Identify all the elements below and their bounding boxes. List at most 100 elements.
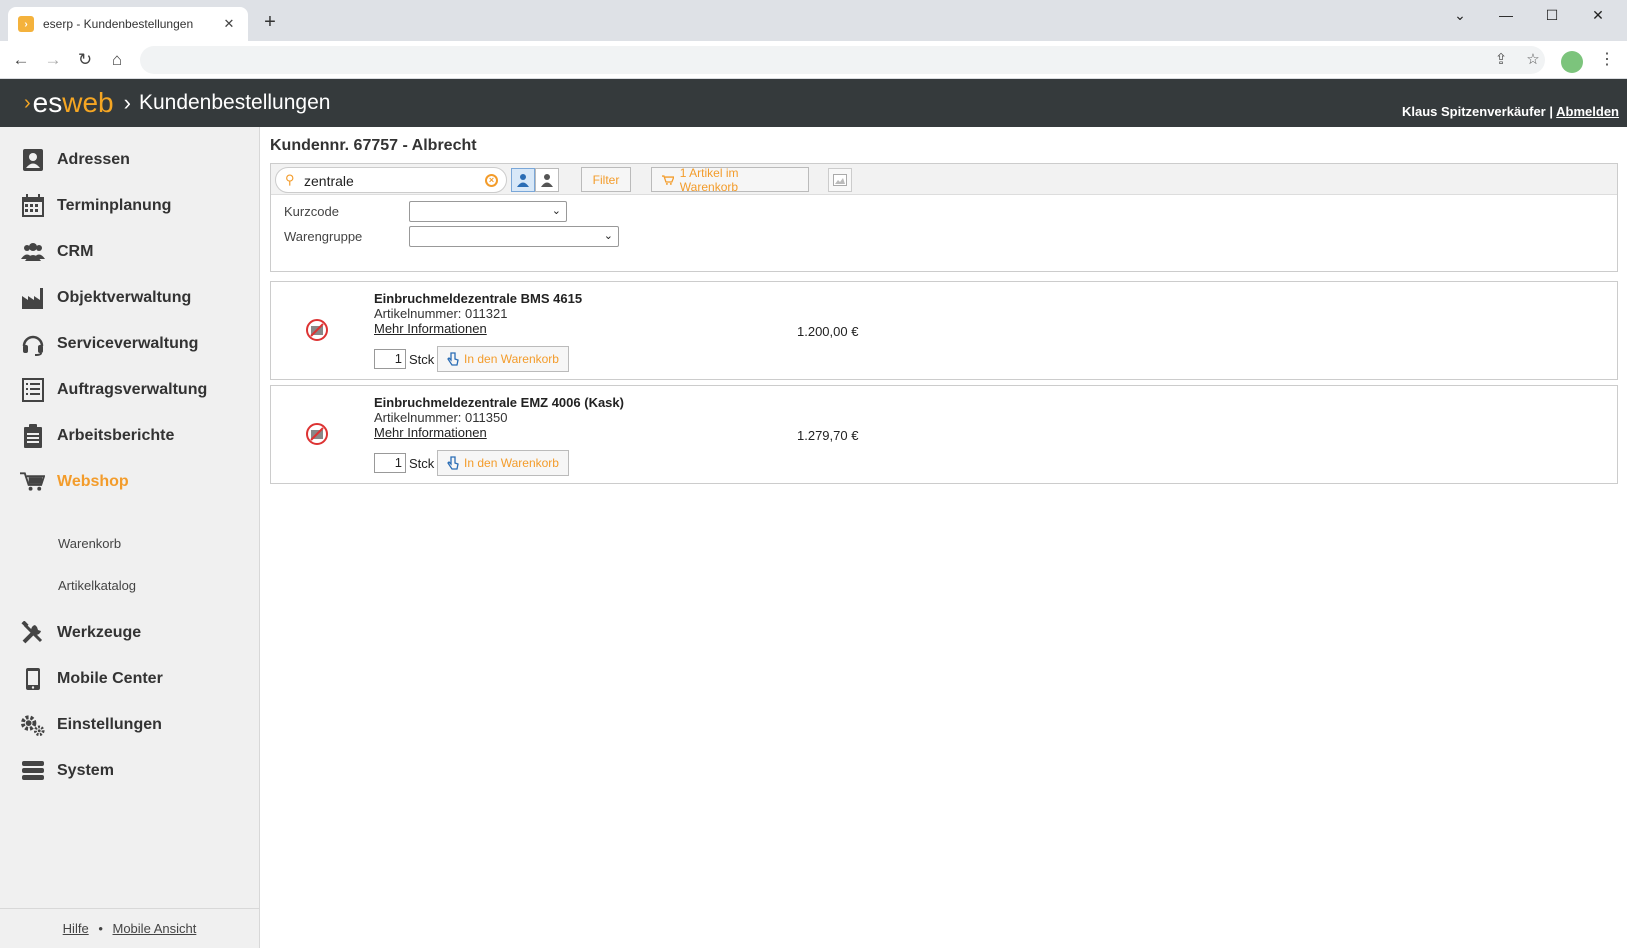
close-window-icon[interactable]: ✕	[1575, 0, 1621, 30]
filter-label-kurzcode: Kurzcode	[284, 204, 339, 219]
person-blue-icon	[517, 174, 529, 187]
sidebar-footer: Hilfe • Mobile Ansicht	[0, 908, 259, 948]
main-content: Kundennr. 67757 - Albrecht ⚲ zentrale × …	[260, 127, 1627, 948]
share-icon[interactable]: ⇪	[1489, 47, 1513, 73]
profile-avatar[interactable]	[1561, 51, 1583, 73]
cart-icon	[662, 174, 674, 185]
sidebar-subitem-warenkorb[interactable]: Warenkorb	[58, 536, 121, 551]
menu-kebab-icon[interactable]: ⋮	[1597, 47, 1617, 73]
sidebar-subitem-artikelkatalog[interactable]: Artikelkatalog	[58, 578, 136, 593]
filter-label-warengruppe: Warengruppe	[284, 229, 363, 244]
back-icon[interactable]: ←	[8, 47, 34, 73]
list-view-toggle[interactable]	[511, 168, 535, 192]
sidebar-item-serviceverwaltung[interactable]: Serviceverwaltung	[0, 324, 259, 364]
sidebar-item-terminplanung[interactable]: Terminplanung	[0, 186, 259, 226]
sidebar-item-label: Auftragsverwaltung	[57, 381, 208, 398]
warengruppe-select[interactable]: ⌄	[409, 226, 619, 247]
mobile-view-link[interactable]: Mobile Ansicht	[113, 921, 197, 936]
tab-title: eserp - Kundenbestellungen	[43, 17, 194, 31]
sidebar-item-webshop[interactable]: Webshop	[0, 462, 259, 502]
more-info-link[interactable]: Mehr Informationen	[374, 321, 487, 336]
esweb-logo[interactable]: › es web › Kundenbestellungen	[24, 87, 330, 119]
product-price: 1.200,00 €	[797, 324, 859, 339]
add-to-cart-button[interactable]: In den Warenkorb	[437, 346, 569, 372]
quantity-unit: Stck	[409, 456, 435, 471]
add-to-cart-button[interactable]: In den Warenkorb	[437, 450, 569, 476]
sidebar-item-label: Terminplanung	[57, 197, 172, 214]
minimize-icon[interactable]: —	[1483, 0, 1529, 30]
logout-link[interactable]: Abmelden	[1556, 104, 1619, 119]
sidebar-item-label: Werkzeuge	[57, 624, 142, 641]
page-heading: Kundenbestellungen	[138, 91, 331, 114]
app-header: › es web › Kundenbestellungen Klaus Spitz…	[0, 79, 1627, 127]
page-title: Kundennr. 67757 - Albrecht	[270, 137, 477, 154]
chevron-down-icon: ⌄	[603, 230, 613, 242]
sidebar-item-arbeitsberichte[interactable]: Arbeitsberichte	[0, 416, 259, 456]
person-gray-icon	[541, 174, 553, 187]
new-tab-button[interactable]: +	[258, 10, 282, 34]
close-icon[interactable]: ✕	[220, 16, 238, 32]
product-card: Einbruchmeldezentrale BMS 4615 Artikelnu…	[270, 281, 1618, 380]
more-info-link[interactable]: Mehr Informationen	[374, 425, 487, 440]
browser-tabbar: › eserp - Kundenbestellungen ✕ + ⌄ — ☐ ✕	[0, 0, 1627, 41]
footer-dot: •	[98, 921, 103, 936]
cart-summary-button[interactable]: 1 Artikel im Warenkorb	[651, 166, 809, 194]
user-name: Klaus Spitzenverkäufer	[1401, 104, 1546, 119]
home-icon[interactable]: ⌂	[104, 47, 130, 73]
hand-pointer-icon	[447, 352, 459, 366]
sidebar-item-label: Objektverwaltung	[57, 289, 192, 306]
maximize-icon[interactable]: ☐	[1529, 0, 1575, 30]
filter-button[interactable]: Filter	[581, 167, 631, 192]
list-icon	[20, 378, 45, 403]
product-price: 1.279,70 €	[797, 428, 859, 443]
no-image-icon	[306, 319, 328, 341]
product-name: Einbruchmeldezentrale EMZ 4006 (Kask)	[374, 395, 624, 410]
search-filter-panel: ⚲ zentrale × Filter 1 Artikel im Warenko…	[270, 163, 1618, 272]
sidebar-item-werkzeuge[interactable]: Werkzeuge	[0, 613, 259, 653]
user-info: Klaus Spitzenverkäufer | Abmelden	[1402, 104, 1619, 119]
sidebar-item-crm[interactable]: CRM	[0, 232, 259, 272]
forward-icon[interactable]: →	[40, 47, 66, 73]
product-card: Einbruchmeldezentrale EMZ 4006 (Kask) Ar…	[270, 385, 1618, 484]
sidebar: Adressen Terminplanung CRM Objektverwalt…	[0, 127, 260, 948]
grid-view-toggle[interactable]	[535, 168, 559, 192]
sidebar-item-label: Einstellungen	[57, 716, 162, 733]
sidebar-item-einstellungen[interactable]: Einstellungen	[0, 705, 259, 745]
image-icon	[833, 174, 847, 186]
breadcrumb-chevron-icon: ›	[123, 90, 131, 115]
sidebar-item-label: Mobile Center	[57, 670, 163, 687]
clear-icon[interactable]: ×	[485, 174, 498, 187]
tools-icon	[20, 621, 45, 646]
search-input[interactable]: ⚲ zentrale ×	[275, 167, 507, 193]
address-book-icon	[20, 148, 45, 173]
quantity-unit: Stck	[409, 352, 435, 367]
star-icon[interactable]: ☆	[1521, 47, 1545, 73]
hand-pointer-icon	[447, 456, 459, 470]
logo-es: es	[32, 87, 63, 118]
chevron-down-icon[interactable]: ⌄	[1437, 0, 1483, 30]
sidebar-item-label: Serviceverwaltung	[57, 335, 199, 352]
sidebar-item-system[interactable]: System	[0, 751, 259, 791]
address-bar[interactable]	[140, 46, 1545, 74]
sidebar-item-label: System	[57, 762, 114, 779]
quantity-input[interactable]: 1	[374, 453, 406, 473]
factory-icon	[20, 286, 45, 311]
clipboard-icon	[20, 424, 45, 449]
browser-tab[interactable]: › eserp - Kundenbestellungen ✕	[8, 7, 248, 41]
sidebar-item-objektverwaltung[interactable]: Objektverwaltung	[0, 278, 259, 318]
help-link[interactable]: Hilfe	[63, 921, 89, 936]
kurzcode-select[interactable]: ⌄	[409, 201, 567, 222]
reload-icon[interactable]: ↻	[72, 47, 98, 73]
cart-icon	[20, 470, 45, 495]
gears-icon	[20, 713, 45, 738]
export-button[interactable]	[828, 168, 852, 192]
add-to-cart-label: In den Warenkorb	[464, 456, 559, 470]
sidebar-item-label: Webshop	[57, 473, 129, 490]
product-name: Einbruchmeldezentrale BMS 4615	[374, 291, 583, 306]
sidebar-item-adressen[interactable]: Adressen	[0, 140, 259, 180]
eserp-favicon-icon: ›	[18, 16, 34, 32]
quantity-input[interactable]: 1	[374, 349, 406, 369]
sidebar-item-auftragsverwaltung[interactable]: Auftragsverwaltung	[0, 370, 259, 410]
sidebar-item-mobile-center[interactable]: Mobile Center	[0, 659, 259, 699]
logo-web: web	[62, 87, 114, 118]
